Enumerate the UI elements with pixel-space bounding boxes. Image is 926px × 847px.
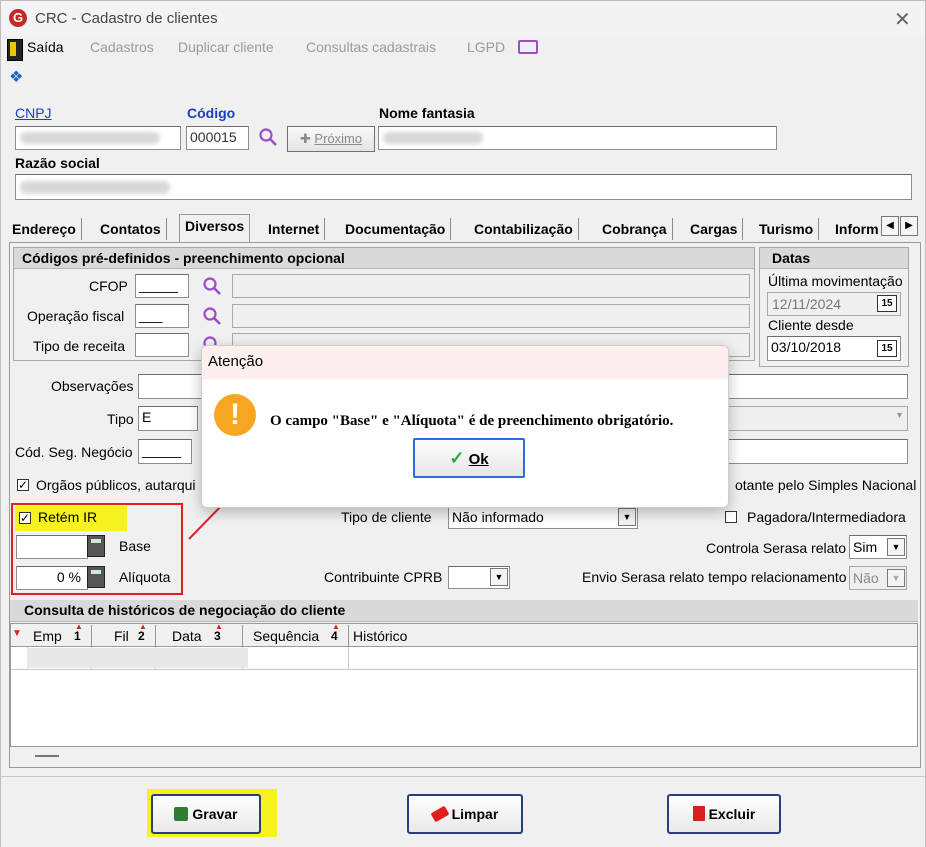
tab-endereco[interactable]: Endereço: [7, 218, 82, 240]
tipo-cliente-label: Tipo de cliente: [341, 509, 432, 525]
tipo-receita-field[interactable]: [135, 333, 189, 357]
cfop-description-field: [232, 274, 750, 298]
cod-seg-description-field: [701, 439, 908, 464]
razao-social-label: Razão social: [15, 155, 100, 171]
menu-duplicar-cliente[interactable]: Duplicar cliente: [178, 39, 274, 55]
operacao-description-field: [232, 304, 750, 328]
ok-button[interactable]: ✓ Ok: [413, 438, 525, 478]
row-indicator-icon: ▼: [12, 628, 22, 639]
tab-internet[interactable]: Internet: [263, 218, 326, 240]
operacao-fiscal-field[interactable]: ___: [135, 304, 189, 328]
cnpj-field[interactable]: [15, 126, 181, 150]
excluir-button[interactable]: Excluir: [667, 794, 781, 834]
warning-icon: !: [214, 394, 256, 436]
dialog-message: O campo "Base" e "Alíquota" é de preench…: [270, 413, 674, 429]
tab-contatos[interactable]: Contatos: [95, 218, 167, 240]
check-icon: ✓: [449, 448, 465, 468]
main-window: G CRC - Cadastro de clientes ✕ Saída Cad…: [0, 0, 926, 847]
datas-title: Datas: [760, 248, 908, 269]
contribuinte-cprb-select[interactable]: ▼: [448, 566, 510, 589]
codigo-label: Código: [187, 105, 236, 121]
col-sequencia[interactable]: Sequência 4 ▲: [243, 622, 349, 647]
tab-scroll-left-icon[interactable]: ◀: [881, 216, 899, 236]
chevron-down-icon[interactable]: ▼: [618, 508, 636, 526]
menu-consultas-cadastrais[interactable]: Consultas cadastrais: [306, 39, 436, 55]
cod-seg-negocio-label: Cód. Seg. Negócio: [15, 444, 133, 460]
plus-icon: ✚: [299, 131, 315, 146]
envio-serasa-label: Envio Serasa relato tempo relacionamento: [582, 569, 847, 585]
window-title: CRC - Cadastro de clientes: [35, 10, 218, 27]
dialog-title: Atenção: [208, 353, 264, 370]
gravar-button[interactable]: Gravar: [151, 794, 261, 834]
monitor-icon[interactable]: [518, 40, 538, 54]
tab-cargas[interactable]: Cargas: [685, 218, 744, 240]
tipo-receita-label: Tipo de receita: [33, 338, 126, 354]
pagadora-checkbox[interactable]: [725, 511, 737, 523]
save-icon: [174, 807, 189, 821]
orgaos-publicos-checkbox[interactable]: ✓: [17, 479, 29, 491]
menu-saida[interactable]: Saída: [27, 39, 64, 55]
tipo-field[interactable]: E: [138, 406, 198, 431]
chevron-down-icon: ▼: [887, 569, 905, 587]
optante-simples-label: otante pelo Simples Nacional: [735, 477, 917, 493]
ultima-movimentacao-label: Última movimentação: [768, 273, 903, 289]
app-logo-icon: G: [9, 9, 27, 27]
tab-diversos[interactable]: Diversos: [179, 214, 251, 242]
trash-icon: [692, 806, 705, 821]
col-emp[interactable]: Emp 1 ▲: [27, 622, 92, 647]
title-bar: G CRC - Cadastro de clientes ✕: [1, 1, 925, 37]
menu-lgpd[interactable]: LGPD: [467, 39, 505, 55]
col-data[interactable]: Data 3 ▲: [156, 622, 243, 647]
operacao-search-icon[interactable]: [202, 306, 222, 329]
dialog-header: [202, 346, 728, 379]
orgaos-publicos-label: Orgãos públicos, autarqui: [36, 477, 196, 493]
limpar-button[interactable]: Limpar: [407, 794, 523, 834]
tab-documentacao[interactable]: Documentação: [340, 218, 452, 240]
table-row[interactable]: [11, 647, 917, 670]
annotation-box: [11, 503, 183, 595]
codigos-title: Códigos pré-definidos - preenchimento op…: [14, 248, 754, 269]
search-icon[interactable]: [258, 127, 278, 150]
chevron-down-icon[interactable]: ▼: [887, 538, 905, 556]
codigo-field[interactable]: 000015: [186, 126, 249, 150]
col-fil[interactable]: Fil 2 ▲: [92, 622, 156, 647]
tipo-cliente-select[interactable]: Não informado ▼: [448, 506, 638, 529]
operacao-fiscal-label: Operação fiscal: [27, 308, 125, 324]
attention-dialog: Atenção ! O campo "Base" e "Alíquota" é …: [201, 345, 729, 508]
exit-door-icon[interactable]: [7, 39, 23, 61]
nome-fantasia-label: Nome fantasia: [379, 105, 475, 121]
razao-social-field[interactable]: [15, 174, 912, 200]
close-icon[interactable]: ✕: [894, 7, 911, 32]
proximo-button[interactable]: ✚ Próximo: [287, 126, 375, 152]
menu-cadastros[interactable]: Cadastros: [90, 39, 154, 55]
col-historico[interactable]: Histórico: [349, 625, 449, 647]
cfop-search-icon[interactable]: [202, 276, 222, 299]
eraser-icon: [430, 805, 450, 823]
cfop-label: CFOP: [89, 278, 128, 294]
tipo-description-select: ▼: [701, 406, 908, 431]
pagadora-label: Pagadora/Intermediadora: [747, 509, 906, 525]
cnpj-label[interactable]: CNPJ: [15, 105, 52, 121]
observacoes-label: Observações: [51, 378, 134, 394]
cliente-desde-label: Cliente desde: [768, 317, 854, 333]
contribuinte-cprb-label: Contribuinte CPRB: [324, 569, 443, 585]
tab-turismo[interactable]: Turismo: [754, 218, 820, 240]
tipo-label: Tipo: [107, 411, 134, 427]
tab-scroll-right-icon[interactable]: ▶: [900, 216, 918, 236]
grid-splitter[interactable]: [35, 755, 59, 757]
calendar-icon[interactable]: 15: [877, 295, 897, 312]
controla-serasa-label: Controla Serasa relato: [706, 540, 847, 556]
envio-serasa-select: Não ▼: [849, 566, 907, 590]
diamond-logo-icon: ❖: [9, 69, 24, 86]
tab-cobranca[interactable]: Cobrança: [597, 218, 673, 240]
tab-bar: Endereço Contatos Diversos Internet Docu…: [7, 214, 923, 242]
chevron-down-icon[interactable]: ▼: [490, 568, 508, 586]
nome-fantasia-field[interactable]: [378, 126, 777, 150]
controla-serasa-select[interactable]: Sim ▼: [849, 535, 907, 559]
calendar-icon[interactable]: 15: [877, 340, 897, 357]
cfop-field[interactable]: _____: [135, 274, 189, 298]
tab-inform[interactable]: Inform: [830, 218, 884, 240]
tab-contabilizacao[interactable]: Contabilização: [469, 218, 579, 240]
